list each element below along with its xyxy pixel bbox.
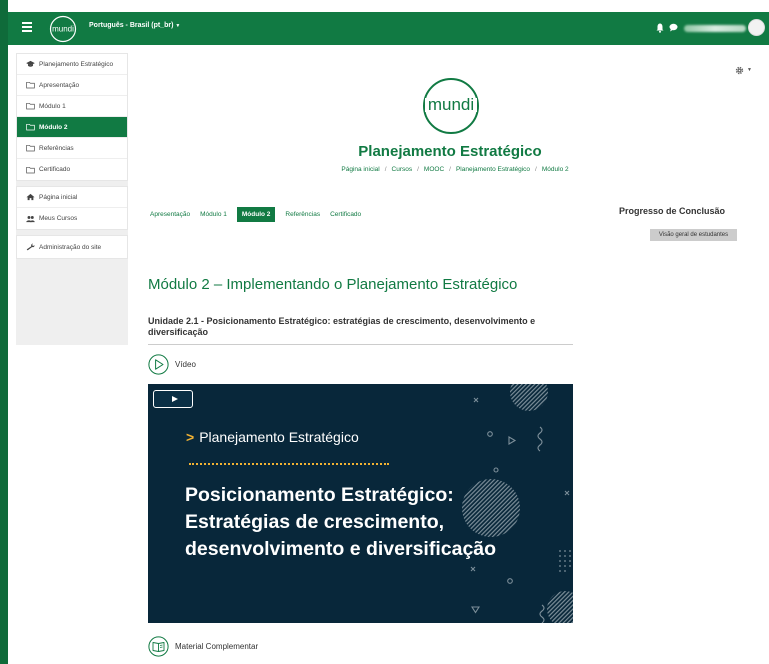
- progress-title: Progresso de Conclusão: [619, 206, 726, 216]
- play-circle-icon: [148, 354, 169, 375]
- folder-icon: [26, 144, 35, 152]
- chevron-down-icon: ▼: [175, 23, 181, 29]
- chevron-down-icon[interactable]: ▼: [747, 67, 752, 73]
- activity-label: Material Complementar: [175, 642, 259, 651]
- chat-icon[interactable]: [669, 23, 678, 32]
- section-tabs: Apresentação Módulo 1 Módulo 2 Referênci…: [150, 207, 371, 222]
- breadcrumb-course[interactable]: Planejamento Estratégico: [456, 166, 530, 173]
- sidebar-item-apresentacao[interactable]: Apresentação: [17, 75, 127, 96]
- breadcrumb: Página inicial / Cursos / MOOC / Planejamento …: [260, 166, 650, 173]
- folder-icon: [26, 102, 35, 110]
- video-title-line: Estratégias de crescimento,: [185, 511, 445, 533]
- unit-title: Unidade 2.1 - Posicionamento Estratégico…: [148, 316, 536, 337]
- sidebar-item-site-admin[interactable]: Administração do site: [17, 236, 127, 258]
- tab-referencias[interactable]: Referências: [285, 211, 320, 218]
- sidebar-item-label: Página inicial: [39, 193, 78, 201]
- breadcrumb-separator: /: [449, 166, 451, 173]
- sidebar-item-modulo-1[interactable]: Módulo 1: [17, 96, 127, 117]
- video-subtitle: > Planejamento Estratégico: [186, 429, 359, 445]
- tab-modulo-2[interactable]: Módulo 2: [236, 207, 276, 222]
- breadcrumb-courses[interactable]: Cursos: [392, 166, 413, 173]
- folder-icon: [26, 123, 35, 131]
- sidebar-item-label: Certificado: [39, 166, 71, 173]
- breadcrumb-mooc[interactable]: MOOC: [424, 166, 444, 173]
- module-title: Módulo 2 – Implementando o Planejamento …: [148, 276, 518, 293]
- video-title-line: Posicionamento Estratégico:: [185, 484, 454, 506]
- sidebar-item-certificado[interactable]: Certificado: [17, 159, 127, 180]
- sidebar-item-referencias[interactable]: Referências: [17, 138, 127, 159]
- sidebar-item-my-courses[interactable]: Meus Cursos: [17, 208, 127, 229]
- sidebar-item-label: Módulo 1: [39, 102, 66, 110]
- chevron-right-icon: >: [186, 429, 195, 445]
- tab-modulo-1[interactable]: Módulo 1: [200, 211, 227, 218]
- video-play-button[interactable]: [153, 390, 193, 408]
- language-selector[interactable]: Português - Brasil (pt_br) ▼: [89, 22, 180, 29]
- folder-icon: [26, 81, 35, 89]
- video-subtitle-text: Planejamento Estratégico: [199, 429, 359, 445]
- sidebar-item-home[interactable]: Página inicial: [17, 187, 127, 208]
- mundi-logo[interactable]: mundi: [48, 15, 78, 43]
- sidebar-item-label: Referências: [39, 144, 74, 152]
- tab-apresentacao[interactable]: Apresentação: [150, 211, 190, 218]
- left-edge: [0, 0, 8, 664]
- video-dotted-divider: [189, 463, 389, 465]
- home-icon: [26, 193, 35, 201]
- book-icon: [148, 636, 169, 657]
- language-label: Português - Brasil (pt_br): [89, 22, 174, 29]
- sidebar-item-label: Meus Cursos: [39, 215, 78, 222]
- mundi-logo-large: mundi: [423, 78, 479, 134]
- avatar[interactable]: [748, 19, 765, 36]
- breadcrumb-separator: /: [417, 166, 419, 173]
- graduation-cap-icon: [26, 60, 35, 67]
- sidebar-item-course[interactable]: Planejamento Estratégico: [17, 54, 127, 75]
- tab-certificado[interactable]: Certificado: [330, 211, 361, 218]
- wrench-icon: [26, 243, 35, 251]
- divider: [148, 344, 573, 345]
- users-icon: [26, 215, 35, 222]
- sidebar-main-group: Página inicial Meus Cursos: [16, 186, 128, 230]
- user-name-blurred[interactable]: [684, 25, 746, 32]
- sidebar-item-label: Administração do site: [39, 243, 102, 251]
- sidebar-item-modulo-2[interactable]: Módulo 2: [17, 117, 127, 138]
- breadcrumb-separator: /: [535, 166, 537, 173]
- activity-video[interactable]: Vídeo: [148, 354, 196, 375]
- folder-icon: [26, 166, 35, 173]
- sidebar-item-label: Planejamento Estratégico: [39, 60, 114, 68]
- page-title: Planejamento Estratégico: [358, 143, 542, 160]
- video-title-line: desenvolvimento e diversificação: [185, 538, 497, 560]
- sidebar-admin-group: Administração do site: [16, 235, 128, 259]
- sidebar-item-label: Módulo 2: [39, 123, 68, 131]
- top-navbar: mundi Português - Brasil (pt_br)▼ ▼: [8, 12, 769, 45]
- breadcrumb-home[interactable]: Página inicial: [341, 166, 379, 173]
- sidebar-item-label: Apresentação: [39, 81, 80, 89]
- gear-icon[interactable]: [735, 66, 744, 75]
- activity-label: Vídeo: [175, 360, 196, 369]
- logo-text: mundi: [428, 95, 474, 114]
- breadcrumb-current[interactable]: Módulo 2: [542, 166, 569, 173]
- activity-material[interactable]: Material Complementar: [148, 636, 258, 657]
- student-overview-button[interactable]: Visão geral de estudantes: [650, 229, 737, 241]
- breadcrumb-separator: /: [384, 166, 387, 173]
- sidebar-course-group: Planejamento Estratégico Apresentação Mó…: [16, 53, 128, 181]
- bell-icon[interactable]: [656, 23, 664, 33]
- video-player[interactable]: > Planejamento Estratégico Posicionamento…: [148, 384, 573, 623]
- logo-text: mundi: [52, 25, 74, 34]
- hamburger-menu-icon[interactable]: [22, 22, 32, 34]
- video-title: Posicionamento Estratégico: Estratégias …: [185, 482, 496, 563]
- sidebar: Planejamento Estratégico Apresentação Mó…: [16, 53, 128, 345]
